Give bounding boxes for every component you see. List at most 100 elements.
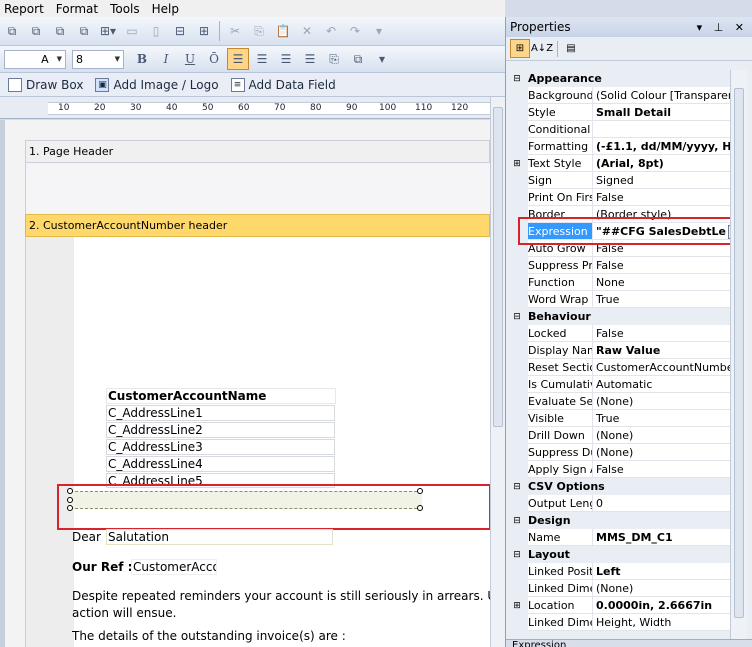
font-name-combo[interactable]: A ▼ (4, 49, 66, 69)
property-row[interactable]: Output Leng 0 (506, 495, 730, 512)
property-value[interactable]: (Arial, 8pt) (592, 155, 730, 172)
menu-format[interactable]: Format (50, 1, 104, 17)
property-row[interactable]: Linked Positi Left (506, 563, 730, 580)
property-value[interactable]: (None) (592, 393, 730, 410)
menu-help[interactable]: Help (146, 1, 185, 17)
delete-icon[interactable]: ✕ (296, 20, 318, 42)
make-same-height-icon[interactable]: ▯ (145, 20, 167, 42)
property-value[interactable]: False (592, 461, 730, 478)
align-tops-icon[interactable]: ⧉ (73, 20, 95, 42)
property-value[interactable] (592, 121, 730, 138)
property-value[interactable]: True (592, 410, 730, 427)
draw-box-button[interactable]: Draw Box (8, 77, 83, 92)
property-row[interactable]: Function None (506, 274, 730, 291)
property-row[interactable]: Drill Down (None) (506, 427, 730, 444)
collapse-icon[interactable]: ⊟ (506, 308, 528, 325)
field-address-line-2[interactable]: C_AddressLine2 (106, 422, 335, 438)
collapse-icon[interactable]: ⊟ (506, 546, 528, 563)
canvas-vertical-scrollbar[interactable] (490, 97, 505, 647)
add-image-button[interactable]: ▣ Add Image / Logo (95, 77, 219, 92)
format-copy-icon[interactable]: ⎘ (323, 48, 345, 70)
band-customer-header[interactable]: 2. CustomerAccountNumber header (25, 214, 490, 237)
property-value[interactable]: 0.0000in, 2.6667in (592, 597, 730, 614)
property-value[interactable]: False (592, 189, 730, 206)
font-size-combo[interactable]: 8 ▼ (72, 49, 124, 69)
property-value[interactable]: (None) (592, 444, 730, 461)
align-center-icon[interactable]: ☰ (251, 48, 273, 70)
property-row[interactable]: Visible True (506, 410, 730, 427)
property-category[interactable]: ⊟ Behaviour (506, 308, 730, 325)
property-row[interactable]: Locked False (506, 325, 730, 342)
field-address-line-4[interactable]: C_AddressLine4 (106, 456, 335, 472)
panel-window-controls[interactable]: ▾ ⊥ ✕ (697, 21, 748, 34)
property-value[interactable]: Raw Value (592, 342, 730, 359)
paste-icon[interactable]: 📋 (272, 20, 294, 42)
property-category[interactable]: ⊟ Appearance (506, 70, 730, 87)
align-right-icon[interactable]: ☰ (275, 48, 297, 70)
property-value[interactable]: 0 (592, 495, 730, 512)
property-value[interactable]: MMS_DM_C1 (592, 529, 730, 546)
property-value[interactable]: Automatic (592, 376, 730, 393)
property-row[interactable]: ⊞ Text Style (Arial, 8pt) (506, 155, 730, 172)
align-rights-icon[interactable]: ⧉ (49, 20, 71, 42)
bold-button[interactable]: B (131, 48, 153, 70)
property-row[interactable]: Background (Solid Colour [Transparent]) (506, 87, 730, 104)
format-paste-icon[interactable]: ⧉ (347, 48, 369, 70)
sort-alpha-icon[interactable]: A↓Z (531, 39, 553, 58)
property-value[interactable]: Height, Width (592, 614, 730, 631)
property-row[interactable]: Style Small Detail (506, 104, 730, 121)
property-row[interactable]: Linked Dimer (None) (506, 580, 730, 597)
property-row[interactable]: Name MMS_DM_C1 (506, 529, 730, 546)
expand-icon[interactable]: ⊞ (506, 155, 528, 172)
page-header-area[interactable] (25, 163, 490, 215)
collapse-icon[interactable]: ⊟ (506, 512, 528, 529)
justify-icon[interactable]: ☰ (299, 48, 321, 70)
italic-button[interactable]: I (155, 48, 177, 70)
property-row[interactable]: Linked Dimer Height, Width (506, 614, 730, 631)
align-left-icon[interactable]: ☰ (227, 48, 249, 70)
property-row[interactable]: ⊞ Location 0.0000in, 2.6667in (506, 597, 730, 614)
property-value[interactable]: True (592, 291, 730, 308)
collapse-icon[interactable]: ⊟ (506, 70, 528, 87)
make-same-width-icon[interactable]: ▭ (121, 20, 143, 42)
property-value[interactable]: Left (592, 563, 730, 580)
property-value[interactable]: CustomerAccountNumber fo (592, 359, 730, 376)
menu-report[interactable]: Report (0, 1, 50, 17)
property-value[interactable]: False (592, 325, 730, 342)
property-value[interactable]: (Solid Colour [Transparent]) (592, 87, 730, 104)
field-salutation[interactable]: Salutation (106, 529, 333, 545)
scrollbar-thumb[interactable] (493, 107, 503, 427)
band-page-header[interactable]: 1. Page Header (25, 140, 490, 163)
property-row[interactable]: Print On Firs False (506, 189, 730, 206)
property-row[interactable]: Display Nam Raw Value (506, 342, 730, 359)
copy-icon[interactable]: ⎘ (248, 20, 270, 42)
field-address-line-1[interactable]: C_AddressLine1 (106, 405, 335, 421)
property-row[interactable]: Word Wrap True (506, 291, 730, 308)
undo-icon[interactable]: ↶ (320, 20, 342, 42)
property-value[interactable]: False (592, 257, 730, 274)
property-category[interactable]: ⊟ Design (506, 512, 730, 529)
property-row[interactable]: Suppress Du (None) (506, 444, 730, 461)
align-dropdown-icon[interactable]: ⊞▾ (97, 20, 119, 42)
property-value[interactable]: None (592, 274, 730, 291)
property-row[interactable]: Apply Sign A False (506, 461, 730, 478)
property-row[interactable]: Conditional F (506, 121, 730, 138)
overline-button[interactable]: Ō (203, 48, 225, 70)
cut-icon[interactable]: ✂ (224, 20, 246, 42)
property-row[interactable]: Reset Sectio CustomerAccountNumber fo (506, 359, 730, 376)
property-row[interactable]: Formatting (-£1.1, dd/MM/yyyy, HH (506, 138, 730, 155)
property-value[interactable]: Signed (592, 172, 730, 189)
field-customer-account-name[interactable]: CustomerAccountName (106, 388, 336, 404)
menu-tools[interactable]: Tools (104, 1, 146, 17)
scrollbar-thumb[interactable] (734, 88, 744, 618)
property-row[interactable]: Suppress Pri False (506, 257, 730, 274)
property-value[interactable]: (-£1.1, dd/MM/yyyy, HH (592, 138, 730, 155)
property-row[interactable]: Sign Signed (506, 172, 730, 189)
property-pages-icon[interactable]: ▤ (561, 39, 581, 58)
property-value[interactable]: (None) (592, 580, 730, 597)
property-row[interactable]: Evaluate Sec (None) (506, 393, 730, 410)
center-vertically-icon[interactable]: ⊞ (193, 20, 215, 42)
field-our-ref[interactable]: CustomerAcco (131, 559, 217, 575)
underline-button[interactable]: U (179, 48, 201, 70)
categorized-icon[interactable]: ⊞ (510, 39, 530, 58)
